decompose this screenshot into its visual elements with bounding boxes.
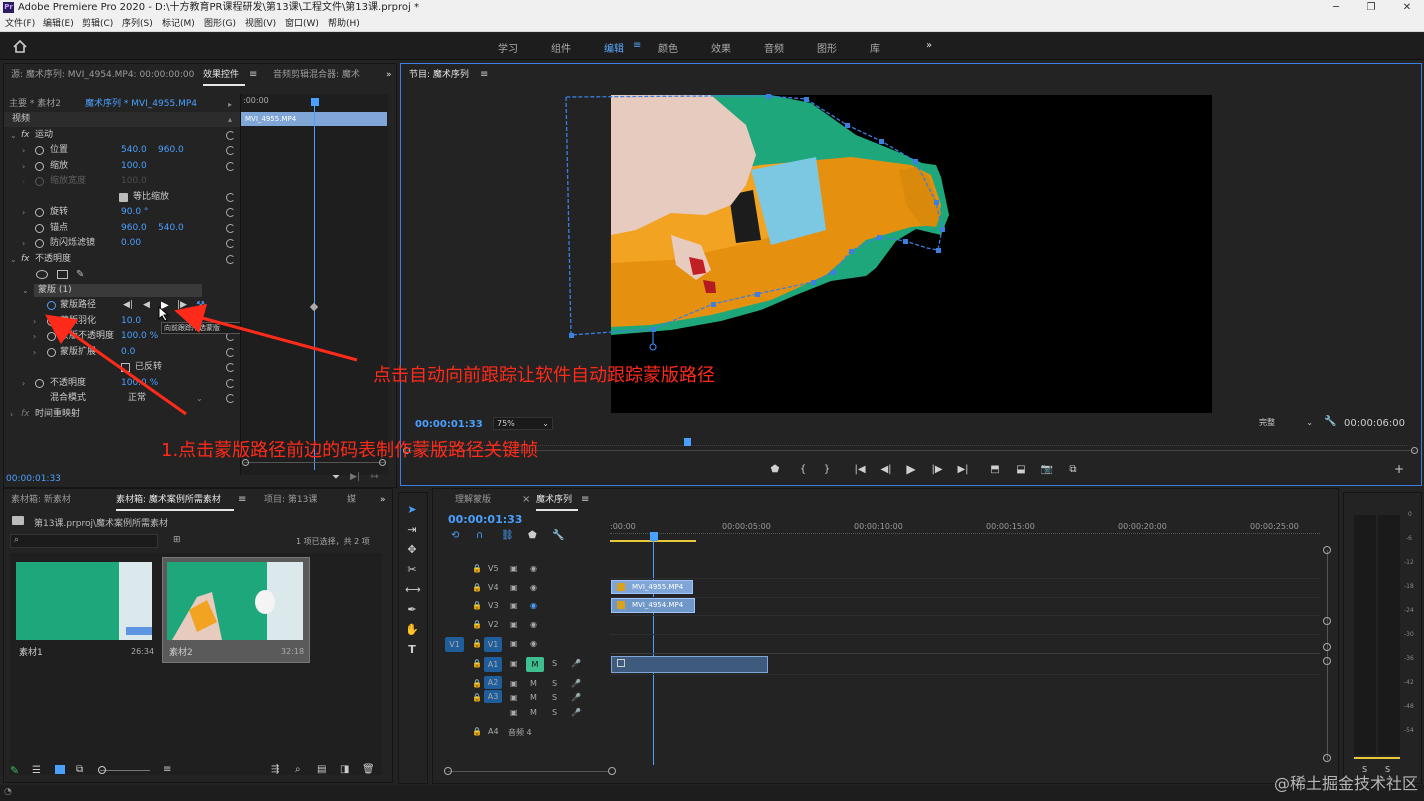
annotation-auto-track: 点击自动向前跟踪让软件自动跟踪蒙版路径 [373,365,715,386]
status-icon: ◔ [4,787,12,797]
annotation-arrows [45,303,358,416]
annotation-stopwatch: 1.点击蒙版路径前边的码表制作蒙版路径关键帧 [161,440,539,461]
watermark: @稀土掘金技术社区 [1273,774,1418,793]
status-bar [0,785,1424,801]
